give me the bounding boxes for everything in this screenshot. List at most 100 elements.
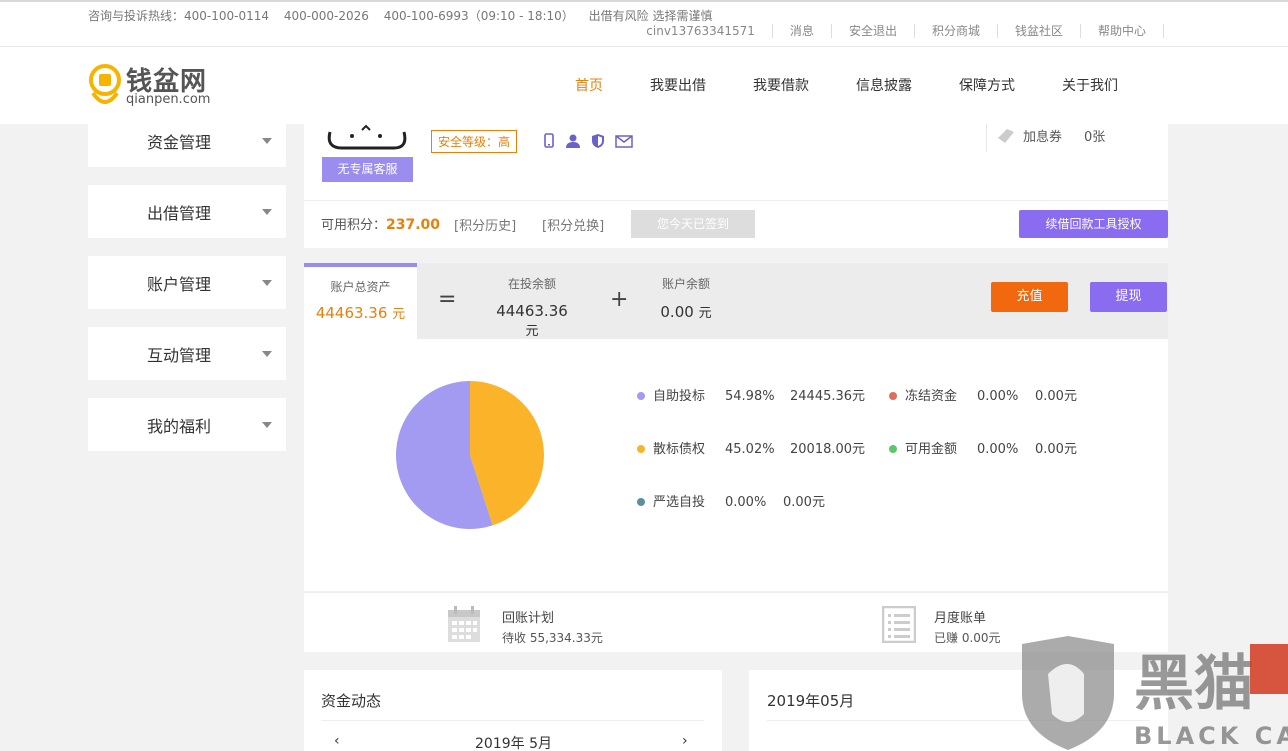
watermark-cn: 黑猫 <box>1134 649 1254 719</box>
coupon-icon <box>998 128 1014 143</box>
nav-about[interactable]: 关于我们 <box>1062 75 1118 95</box>
current-month-label: 2019年 5月 <box>475 736 552 751</box>
avatar-image <box>322 124 413 157</box>
legend-amount: 0.00元 <box>1035 389 1077 404</box>
legend-pct: 0.00% <box>725 495 767 510</box>
legend-dot <box>637 392 645 400</box>
help-center-link[interactable]: 帮助中心 <box>1081 24 1164 38</box>
logout-link[interactable]: 安全退出 <box>832 24 915 38</box>
sidebar-item-funds[interactable]: 资金管理 <box>88 114 286 167</box>
sidebar-item-label: 账户管理 <box>147 275 212 294</box>
unit-label: 元 <box>392 307 406 322</box>
legend-dot <box>889 392 897 400</box>
fund-activity-panel: 资金动态 ‹ 2019年 5月 › <box>304 670 722 751</box>
reinvest-auth-button[interactable]: 续借回款工具授权 <box>1019 210 1168 238</box>
sidebar-item-welfare[interactable]: 我的福利 <box>88 398 286 451</box>
chevron-down-icon <box>262 209 272 215</box>
legend-amount: 0.00元 <box>1035 442 1077 457</box>
top-links: cinv13763341571 消息 安全退出 积分商城 钱盆社区 帮助中心 <box>646 24 1164 38</box>
fund-activity-title: 资金动态 <box>321 692 382 710</box>
legend-dot <box>637 498 645 506</box>
plus-sign: + <box>610 287 629 312</box>
legend-amount: 24445.36元 <box>790 389 866 404</box>
total-assets-value: 44463.36 <box>315 304 388 322</box>
watermark-en: BLACK CAT <box>1134 722 1288 750</box>
divider <box>986 124 987 152</box>
logo[interactable]: 钱盆网 qianpen.com <box>88 61 228 111</box>
legend-name: 可用金额 <box>905 442 958 457</box>
divider <box>321 720 704 721</box>
nav-lend[interactable]: 我要出借 <box>650 75 706 95</box>
legend-amount: 0.00元 <box>783 495 825 510</box>
black-cat-logo: 黑猫 BLACK CAT <box>1022 636 1288 750</box>
sidebar-item-label: 出借管理 <box>147 204 212 223</box>
legend-pct: 0.00% <box>977 442 1019 457</box>
coupon-count: 0张 <box>1084 130 1106 145</box>
username-link[interactable]: cinv13763341571 <box>646 24 773 38</box>
sidebar-item-lending[interactable]: 出借管理 <box>88 185 286 238</box>
repayment-plan[interactable]: 回账计划 待收 55,334.33元 <box>502 607 603 646</box>
prev-month-icon[interactable]: ‹ <box>334 733 340 749</box>
nav-disclosure[interactable]: 信息披露 <box>856 75 912 95</box>
mail-icon[interactable] <box>615 133 633 149</box>
nav-guarantee[interactable]: 保障方式 <box>959 75 1015 95</box>
sidebar-item-label: 资金管理 <box>147 133 212 152</box>
bill-panel-title: 2019年05月 <box>767 692 855 710</box>
sidebar-item-label: 我的福利 <box>147 417 212 436</box>
legend-amount: 20018.00元 <box>790 442 866 457</box>
legend-item-frozen: 冻结资金 0.00% 0.00元 <box>889 385 1077 404</box>
community-link[interactable]: 钱盆社区 <box>998 24 1081 38</box>
phone-icon[interactable] <box>542 133 556 149</box>
repayment-plan-amount: 待收 55,334.33元 <box>502 631 603 645</box>
monthly-bill-amount: 已赚 0.00元 <box>934 631 1001 645</box>
profile-card: 无专属客服 安全等级：高 加息券 0张 可用积分：237.00 [积分历史] [… <box>304 124 1168 248</box>
legend-pct: 0.00% <box>977 389 1019 404</box>
asset-pie-chart <box>396 381 544 529</box>
sidebar-item-interaction[interactable]: 互动管理 <box>88 327 286 380</box>
withdraw-button[interactable]: 提现 <box>1090 282 1167 312</box>
legend-pct: 45.02% <box>725 442 775 457</box>
messages-link[interactable]: 消息 <box>773 24 832 38</box>
hotline-phone-2: 400-000-2026 <box>283 9 369 23</box>
points-mall-link[interactable]: 积分商城 <box>915 24 998 38</box>
coupon-label: 加息券 <box>1023 130 1063 145</box>
top-bar: 咨询与投诉热线：400-100-0114 400-000-2026 400-10… <box>0 0 1288 47</box>
balance-value: 0.00 <box>660 303 694 321</box>
coupon-info: 加息券 0张 <box>996 126 1105 145</box>
calendar-icon[interactable] <box>447 605 481 643</box>
total-assets-tab[interactable]: 账户总资产 44463.36 元 <box>304 263 417 339</box>
watermark: 黑猫 BLACK CAT <box>1018 634 1288 751</box>
chevron-down-icon <box>262 351 272 357</box>
sidebar-item-account[interactable]: 账户管理 <box>88 256 286 309</box>
chevron-down-icon <box>262 422 272 428</box>
user-icon[interactable] <box>565 133 581 149</box>
invested-value: 44463.36 <box>496 302 568 320</box>
nav-borrow[interactable]: 我要借款 <box>753 75 809 95</box>
legend-dot <box>637 445 645 453</box>
legend-name: 散标债权 <box>653 442 706 457</box>
sidebar-item-label: 互动管理 <box>147 346 212 365</box>
chevron-down-icon <box>262 280 272 286</box>
risk-notice: 出借有风险 选择需谨慎 <box>588 9 713 23</box>
hotline-label: 咨询与投诉热线：400-100-0114 <box>88 9 270 23</box>
unit-label: 元 <box>698 306 712 321</box>
invested-balance: 在投余额 44463.36 元 <box>488 275 576 339</box>
total-assets-label: 账户总资产 <box>330 280 391 294</box>
monthly-bill-title: 月度账单 <box>934 611 987 626</box>
points-exchange-link[interactable]: [积分兑换] <box>542 215 604 234</box>
signed-in-button[interactable]: 您今天已签到 <box>631 210 755 238</box>
repayment-plan-title: 回账计划 <box>502 611 555 626</box>
shield-icon[interactable] <box>590 133 606 149</box>
next-month-icon[interactable]: › <box>682 733 688 749</box>
recharge-button[interactable]: 充值 <box>991 282 1068 312</box>
points-history-link[interactable]: [积分历史] <box>454 215 516 234</box>
legend-name: 冻结资金 <box>905 389 958 404</box>
chevron-down-icon <box>262 138 272 144</box>
legend-name: 严选自投 <box>653 495 706 510</box>
legend-pct: 54.98% <box>725 389 775 404</box>
balance-label: 账户余额 <box>661 277 710 291</box>
nav-home[interactable]: 首页 <box>575 75 603 95</box>
points-label: 可用积分： <box>321 218 387 233</box>
bill-list-icon[interactable] <box>882 606 916 643</box>
monthly-bill[interactable]: 月度账单 已赚 0.00元 <box>934 607 1001 646</box>
